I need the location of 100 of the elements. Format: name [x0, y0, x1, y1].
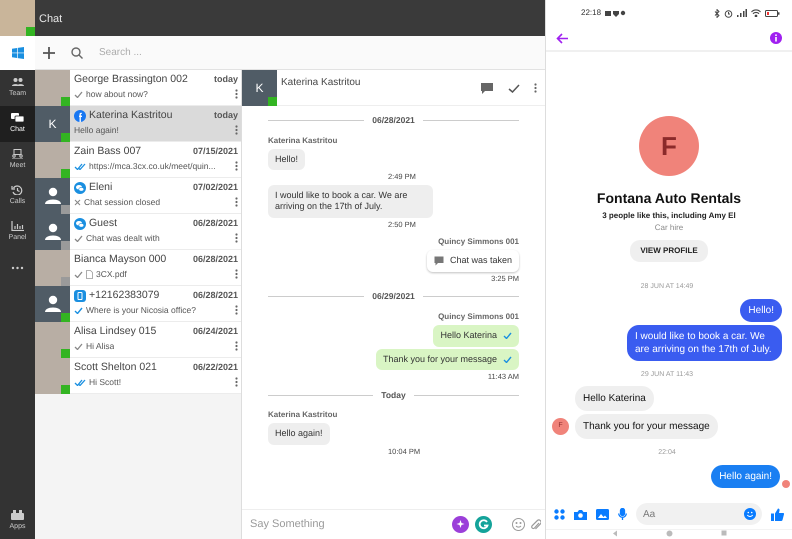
status-time: 22:18 — [581, 7, 602, 19]
notification-icons-drawing — [605, 10, 628, 16]
message-bubble: Hello again! — [268, 423, 330, 446]
system-message: Chat was taken — [426, 250, 519, 272]
kebab-menu-icon[interactable] — [235, 341, 238, 352]
search-icon — [71, 46, 83, 58]
timestamp: 07/15/2021 — [192, 145, 238, 158]
message-input[interactable]: Aa — [636, 503, 762, 525]
back-arrow-icon[interactable] — [556, 32, 569, 44]
search-field[interactable]: Search ... — [97, 44, 247, 61]
microphone-icon[interactable] — [618, 508, 627, 520]
message-bubble: I would like to book a car. We are arriving on the 17th of July. — [268, 184, 433, 218]
message-bubble: Hello again! — [711, 464, 780, 488]
sparkle-icon[interactable] — [452, 516, 469, 533]
view-profile-button[interactable]: VIEW PROFILE — [630, 240, 708, 262]
sender-name: Quincy Simmons 001 — [438, 236, 519, 248]
contact-row[interactable]: Guest 06/28/2021 Chat was dealt with — [35, 214, 241, 250]
history-icon — [11, 184, 24, 195]
message-input[interactable]: Say Something — [248, 515, 446, 534]
profile-avatar: F — [639, 116, 699, 176]
kebab-menu-icon[interactable] — [235, 89, 238, 100]
message-bubble: Hello! — [268, 148, 306, 170]
apps-icon — [11, 510, 24, 520]
timestamp: 06/28/2021 — [192, 289, 238, 302]
message-preview: Hi Scott! — [89, 376, 122, 388]
emoji-icon[interactable] — [512, 518, 525, 531]
message-preview: https://mca.3cx.co.uk/meet/quin... — [89, 160, 216, 172]
timestamp: 06/28/2021 — [192, 217, 238, 230]
plus-icon — [43, 46, 55, 58]
kebab-menu-icon[interactable] — [235, 305, 238, 316]
page-title: Chat — [38, 12, 62, 27]
message-preview: Hello again! — [74, 124, 119, 136]
likes-text: 3 people like this, including Amy El — [602, 210, 736, 222]
message-bubble: I would like to book a car. We are arriving on the 17th of July. — [627, 324, 782, 360]
chat-bubbles-icon — [74, 182, 86, 194]
contact-row[interactable]: Zain Bass 007 07/15/2021 https://mca.3cx.co.uk/meet/quin... — [35, 142, 241, 178]
kebab-menu-icon[interactable] — [235, 161, 238, 172]
contact-row[interactable]: Eleni 07/02/2021 Chat session closed — [35, 178, 241, 214]
contact-row[interactable]: +12162383079 06/28/2021 Where is your Nicosia office? — [35, 286, 241, 322]
avatar-initial: K — [255, 80, 264, 97]
contact-name: Eleni — [89, 180, 112, 195]
double-check-icon — [74, 162, 86, 170]
category-text: Car hire — [654, 222, 684, 234]
contact-row[interactable]: George Brassington 002 today how about now? — [35, 70, 241, 106]
message-preview: 3CX.pdf — [96, 268, 127, 280]
timestamp: 06/28/2021 — [192, 253, 238, 266]
date-divider: 06/28/2021 — [372, 114, 415, 127]
sender-name: Katerina Kastritou — [268, 134, 338, 147]
avatar-initial: K — [48, 116, 56, 133]
contact-name: +12162383079 — [89, 288, 160, 303]
paperclip-icon[interactable] — [531, 518, 541, 532]
contact-row[interactable]: Bianca Mayson 000 06/28/2021 3CX.pdf — [35, 250, 241, 286]
conversation-title: Katerina Kastritou — [280, 76, 362, 90]
contact-row[interactable]: Scott Shelton 021 06/22/2021 Hi Scott! — [35, 358, 241, 394]
thumbs-up-icon[interactable] — [771, 508, 784, 520]
check-icon — [74, 342, 83, 350]
kebab-menu-icon[interactable] — [235, 197, 238, 208]
contact-name: Zain Bass 007 — [74, 144, 142, 159]
person-silhouette-icon — [44, 295, 62, 313]
info-icon[interactable] — [770, 32, 782, 44]
message-bubble: Hello Katerina — [575, 386, 654, 411]
kebab-menu-icon[interactable] — [235, 125, 238, 136]
grammar-assistant-icon[interactable] — [475, 516, 492, 533]
contact-row[interactable]: Alisa Lindsey 015 06/24/2021 Hi Alisa — [35, 322, 241, 358]
windows-logo-icon[interactable] — [12, 46, 24, 58]
chat-transfer-icon — [434, 256, 444, 266]
person-silhouette-icon — [44, 187, 62, 205]
check-icon — [74, 90, 83, 98]
cross-icon — [74, 198, 81, 206]
contact-row[interactable]: K Katerina Kastritou today Hello again! — [35, 106, 241, 142]
battery-icon — [765, 10, 780, 16]
chat-bubble-icon[interactable] — [480, 82, 494, 94]
timestamp: 06/22/2021 — [192, 361, 238, 374]
kebab-menu-icon[interactable] — [235, 269, 238, 280]
message-bubble: Thank you for your message — [575, 414, 718, 439]
message-preview: how about now? — [86, 88, 148, 100]
date-divider: Today — [381, 388, 406, 402]
wifi-icon — [751, 9, 761, 17]
camera-icon[interactable] — [574, 508, 587, 520]
double-check-icon — [74, 378, 86, 386]
facebook-icon — [74, 110, 86, 122]
kebab-menu-icon[interactable] — [235, 377, 238, 388]
timestamp: today — [214, 73, 238, 86]
kebab-menu-icon[interactable] — [235, 233, 238, 244]
apps-grid-icon[interactable] — [554, 508, 565, 520]
message-bubble: Hello! — [740, 298, 782, 322]
message-preview: Hi Alisa — [86, 340, 114, 352]
alarm-icon — [724, 8, 733, 18]
date-divider: 06/29/2021 — [372, 290, 415, 303]
emoji-icon[interactable] — [744, 508, 756, 520]
timestamp: 07/02/2021 — [192, 181, 238, 194]
signal-icon — [737, 9, 747, 17]
chat-bubbles-icon — [74, 218, 86, 230]
check-icon[interactable] — [508, 84, 520, 92]
message-preview: Chat session closed — [84, 196, 160, 208]
image-icon[interactable] — [596, 508, 609, 520]
bluetooth-icon — [714, 8, 720, 18]
more-options-icon[interactable] — [534, 83, 537, 93]
contact-name: Bianca Mayson 000 — [74, 252, 166, 267]
message-bubble: Hello Katerina — [433, 325, 519, 347]
